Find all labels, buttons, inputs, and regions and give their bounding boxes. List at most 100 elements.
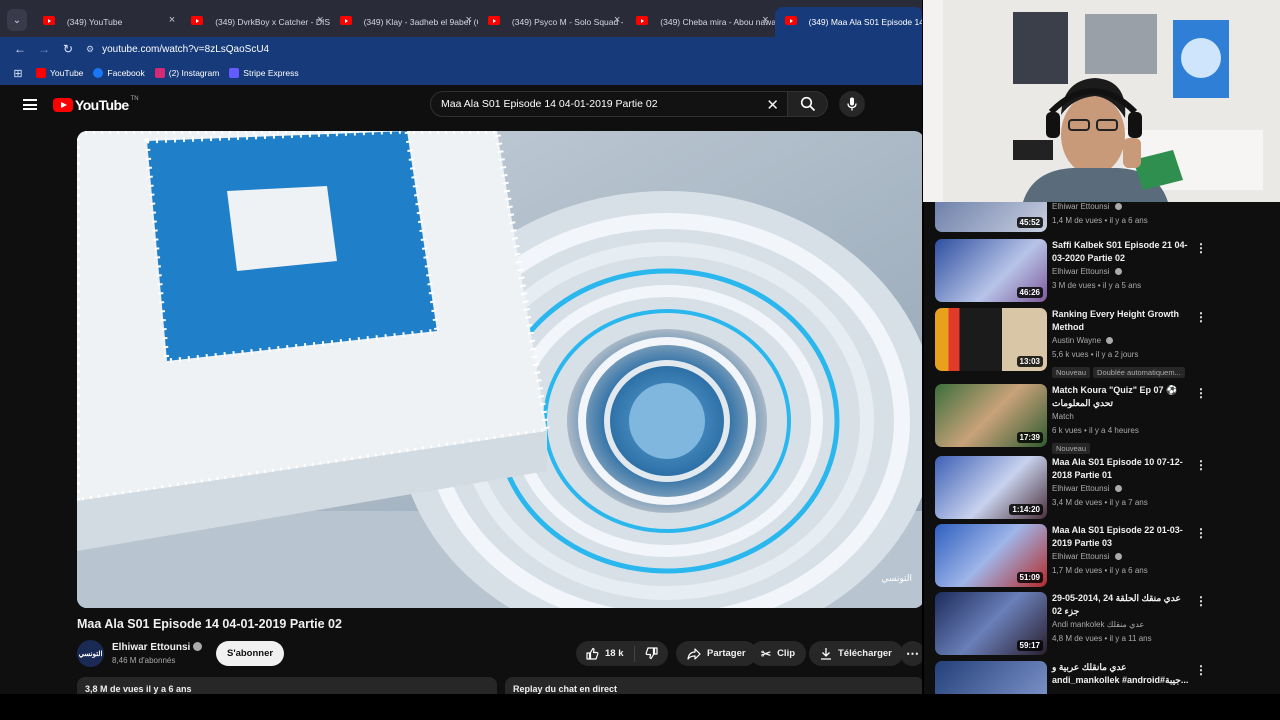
rec-channel[interactable]: Austin Wayne bbox=[1052, 336, 1101, 345]
more-vert-icon[interactable]: ⋮ bbox=[1195, 458, 1207, 472]
video-thumbnail[interactable] bbox=[935, 661, 1047, 694]
browser-tab[interactable]: (349) Cheba mira - Abou nawas × bbox=[626, 7, 775, 37]
badge-row: Nouveau bbox=[1052, 438, 1192, 456]
youtube-favicon-icon bbox=[339, 16, 352, 25]
video-thumbnail[interactable]: 1:14:20 bbox=[935, 456, 1047, 519]
close-icon[interactable]: × bbox=[762, 14, 768, 26]
video-thumbnail[interactable]: 17:39 bbox=[935, 384, 1047, 447]
hamburger-menu-icon[interactable] bbox=[23, 99, 37, 110]
video-thumbnail[interactable]: 46:26 bbox=[935, 239, 1047, 302]
tab-label: (349) Maa Ala S01 Episode 14 0 bbox=[808, 17, 923, 27]
browser-tab[interactable]: (349) DvrkBoy x Catcher - DISTA × bbox=[181, 7, 330, 37]
browser-tab-active[interactable]: (349) Maa Ala S01 Episode 14 0 bbox=[774, 7, 923, 37]
clear-search-icon[interactable]: ✕ bbox=[766, 96, 779, 114]
rec-channel[interactable]: Elhiwar Ettounsi bbox=[1052, 267, 1109, 276]
scissors-icon: ✂ bbox=[761, 646, 772, 661]
rec-channel[interactable]: Elhiwar Ettounsi bbox=[1052, 484, 1109, 493]
rec-title[interactable]: Saffi Kalbek S01 Episode 21 04-03-2020 P… bbox=[1052, 239, 1192, 265]
new-badge: Nouveau bbox=[1052, 443, 1091, 454]
address-bar[interactable]: ⚙ youtube.com/watch?v=8zLsQaoScU4 bbox=[86, 44, 269, 55]
rec-channel[interactable]: Elhiwar Ettounsi bbox=[1052, 202, 1109, 211]
channel-line: Austin Wayne bbox=[1052, 334, 1192, 348]
channel-line: Andi mankolek عدي منقلك bbox=[1052, 618, 1192, 632]
subscribe-button[interactable]: S'abonner bbox=[216, 641, 285, 666]
rec-title[interactable]: Maa Ala S01 Episode 22 01-03-2019 Partie… bbox=[1052, 524, 1192, 550]
bookmark-youtube[interactable]: YouTube bbox=[36, 68, 83, 78]
instagram-icon bbox=[154, 68, 165, 78]
close-icon[interactable]: × bbox=[614, 14, 620, 26]
country-code: TN bbox=[130, 96, 139, 102]
views-date: 3,8 M de vues il y a 6 ans bbox=[85, 684, 192, 694]
verified-icon bbox=[193, 642, 203, 651]
channel-name-text: Elhiwar Ettounsi bbox=[112, 642, 191, 653]
chevron-down-icon: ⌄ bbox=[12, 14, 22, 26]
webcam-overlay bbox=[923, 0, 1280, 202]
browser-toolbar: ← → ↻ ⚙ youtube.com/watch?v=8zLsQaoScU4 bbox=[0, 37, 923, 61]
verified-icon bbox=[1114, 268, 1122, 275]
clip-button[interactable]: ✂ Clip bbox=[750, 641, 807, 666]
rec-channel[interactable]: Match bbox=[1052, 412, 1074, 421]
bookmark-stripe[interactable]: Stripe Express bbox=[229, 68, 299, 78]
browser-tab[interactable]: (349) YouTube × bbox=[33, 7, 181, 37]
more-vert-icon[interactable]: ⋮ bbox=[1195, 663, 1207, 677]
rec-title[interactable]: Maa Ala S01 Episode 10 07-12-2018 Partie… bbox=[1052, 456, 1192, 482]
rec-channel[interactable]: Elhiwar Ettounsi bbox=[1052, 552, 1109, 561]
video-title: Maa Ala S01 Episode 14 04-01-2019 Partie… bbox=[77, 617, 342, 631]
rec-title[interactable]: Ranking Every Height Growth Method bbox=[1052, 308, 1192, 334]
rec-title[interactable]: Match Koura "Quiz" Ep 07 ⚽ تحدي المعلوما… bbox=[1052, 384, 1192, 410]
rec-stats: 6 k vues • il y a 4 heures bbox=[1052, 426, 1139, 435]
youtube-favicon-icon bbox=[636, 16, 649, 25]
duration-badge: 13:03 bbox=[1016, 356, 1043, 367]
action-buttons: Télécharger bbox=[809, 641, 903, 666]
back-arrow-icon[interactable]: ← bbox=[8, 42, 32, 56]
video-thumbnail[interactable]: 45:52 bbox=[935, 200, 1047, 232]
download-icon bbox=[821, 648, 831, 660]
video-thumbnail[interactable]: 13:03 bbox=[935, 308, 1047, 371]
share-button[interactable]: Partager bbox=[676, 641, 757, 666]
like-button[interactable]: 18 k bbox=[576, 645, 635, 662]
tab-label: (349) YouTube bbox=[66, 17, 123, 27]
channel-line: Elhiwar Ettounsi bbox=[1052, 550, 1192, 564]
close-icon[interactable]: × bbox=[169, 14, 175, 26]
close-icon[interactable]: × bbox=[465, 14, 471, 26]
duration-badge: 1:14:20 bbox=[1009, 504, 1043, 515]
search-button[interactable] bbox=[788, 91, 828, 117]
more-vert-icon[interactable]: ⋮ bbox=[1195, 594, 1207, 608]
channel-avatar[interactable]: التونسي bbox=[77, 640, 104, 667]
verified-icon bbox=[1114, 485, 1122, 492]
tab-search-button[interactable]: ⌄ bbox=[7, 9, 27, 31]
apps-grid-icon[interactable]: ⊞ bbox=[0, 67, 36, 80]
channel-name[interactable]: Elhiwar Ettounsi bbox=[112, 641, 203, 653]
reload-icon[interactable]: ↻ bbox=[56, 42, 80, 56]
more-vert-icon[interactable]: ⋮ bbox=[1195, 526, 1207, 540]
bookmark-label: Stripe Express bbox=[243, 68, 299, 78]
voice-search-button[interactable] bbox=[839, 91, 865, 117]
more-vert-icon[interactable]: ⋮ bbox=[1195, 241, 1207, 255]
video-thumbnail[interactable]: 51:09 bbox=[935, 524, 1047, 587]
browser-tab[interactable]: (349) Psyco M - Solo Squad - Vi × bbox=[478, 7, 626, 37]
site-info-icon[interactable]: ⚙ bbox=[86, 44, 94, 55]
more-vert-icon[interactable]: ⋮ bbox=[1195, 386, 1207, 400]
chat-replay-label: Replay du chat en direct bbox=[513, 684, 618, 694]
rec-title[interactable]: عدي منقك الحلقة 24 ,2014-05-29 جزء 02 bbox=[1052, 592, 1192, 618]
avatar-text: التونسي bbox=[78, 650, 103, 658]
search-input[interactable]: Maa Ala S01 Episode 14 04-01-2019 Partie… bbox=[430, 91, 788, 117]
forward-arrow-icon[interactable]: → bbox=[32, 42, 56, 56]
dislike-button[interactable] bbox=[635, 647, 668, 660]
bookmark-facebook[interactable]: Facebook bbox=[93, 68, 145, 78]
download-button[interactable]: Télécharger bbox=[809, 641, 903, 666]
search-query: Maa Ala S01 Episode 14 04-01-2019 Partie… bbox=[441, 98, 658, 110]
youtube-logo[interactable]: YouTube TN bbox=[53, 96, 139, 113]
channel-line: Elhiwar Ettounsi bbox=[1052, 200, 1192, 214]
close-icon[interactable]: × bbox=[317, 14, 323, 26]
browser-tab[interactable]: (349) Klay - 3adheb el 9aber (O × bbox=[330, 7, 478, 37]
rec-channel[interactable]: Andi mankolek عدي منقلك bbox=[1052, 620, 1144, 629]
browser-tab-strip: ⌄ (349) YouTube × (349) DvrkBoy x Catcher… bbox=[0, 0, 923, 37]
video-thumbnail[interactable]: 59:17 bbox=[935, 592, 1047, 655]
verified-icon bbox=[1114, 203, 1122, 210]
rec-title[interactable]: عدي مانقلك عربية و andi_mankollek #andro… bbox=[1052, 661, 1192, 687]
more-vert-icon[interactable]: ⋮ bbox=[1195, 310, 1207, 324]
search-icon bbox=[800, 96, 815, 112]
video-player[interactable]: التونسي bbox=[77, 131, 924, 608]
bookmark-instagram[interactable]: (2) Instagram bbox=[154, 68, 219, 78]
